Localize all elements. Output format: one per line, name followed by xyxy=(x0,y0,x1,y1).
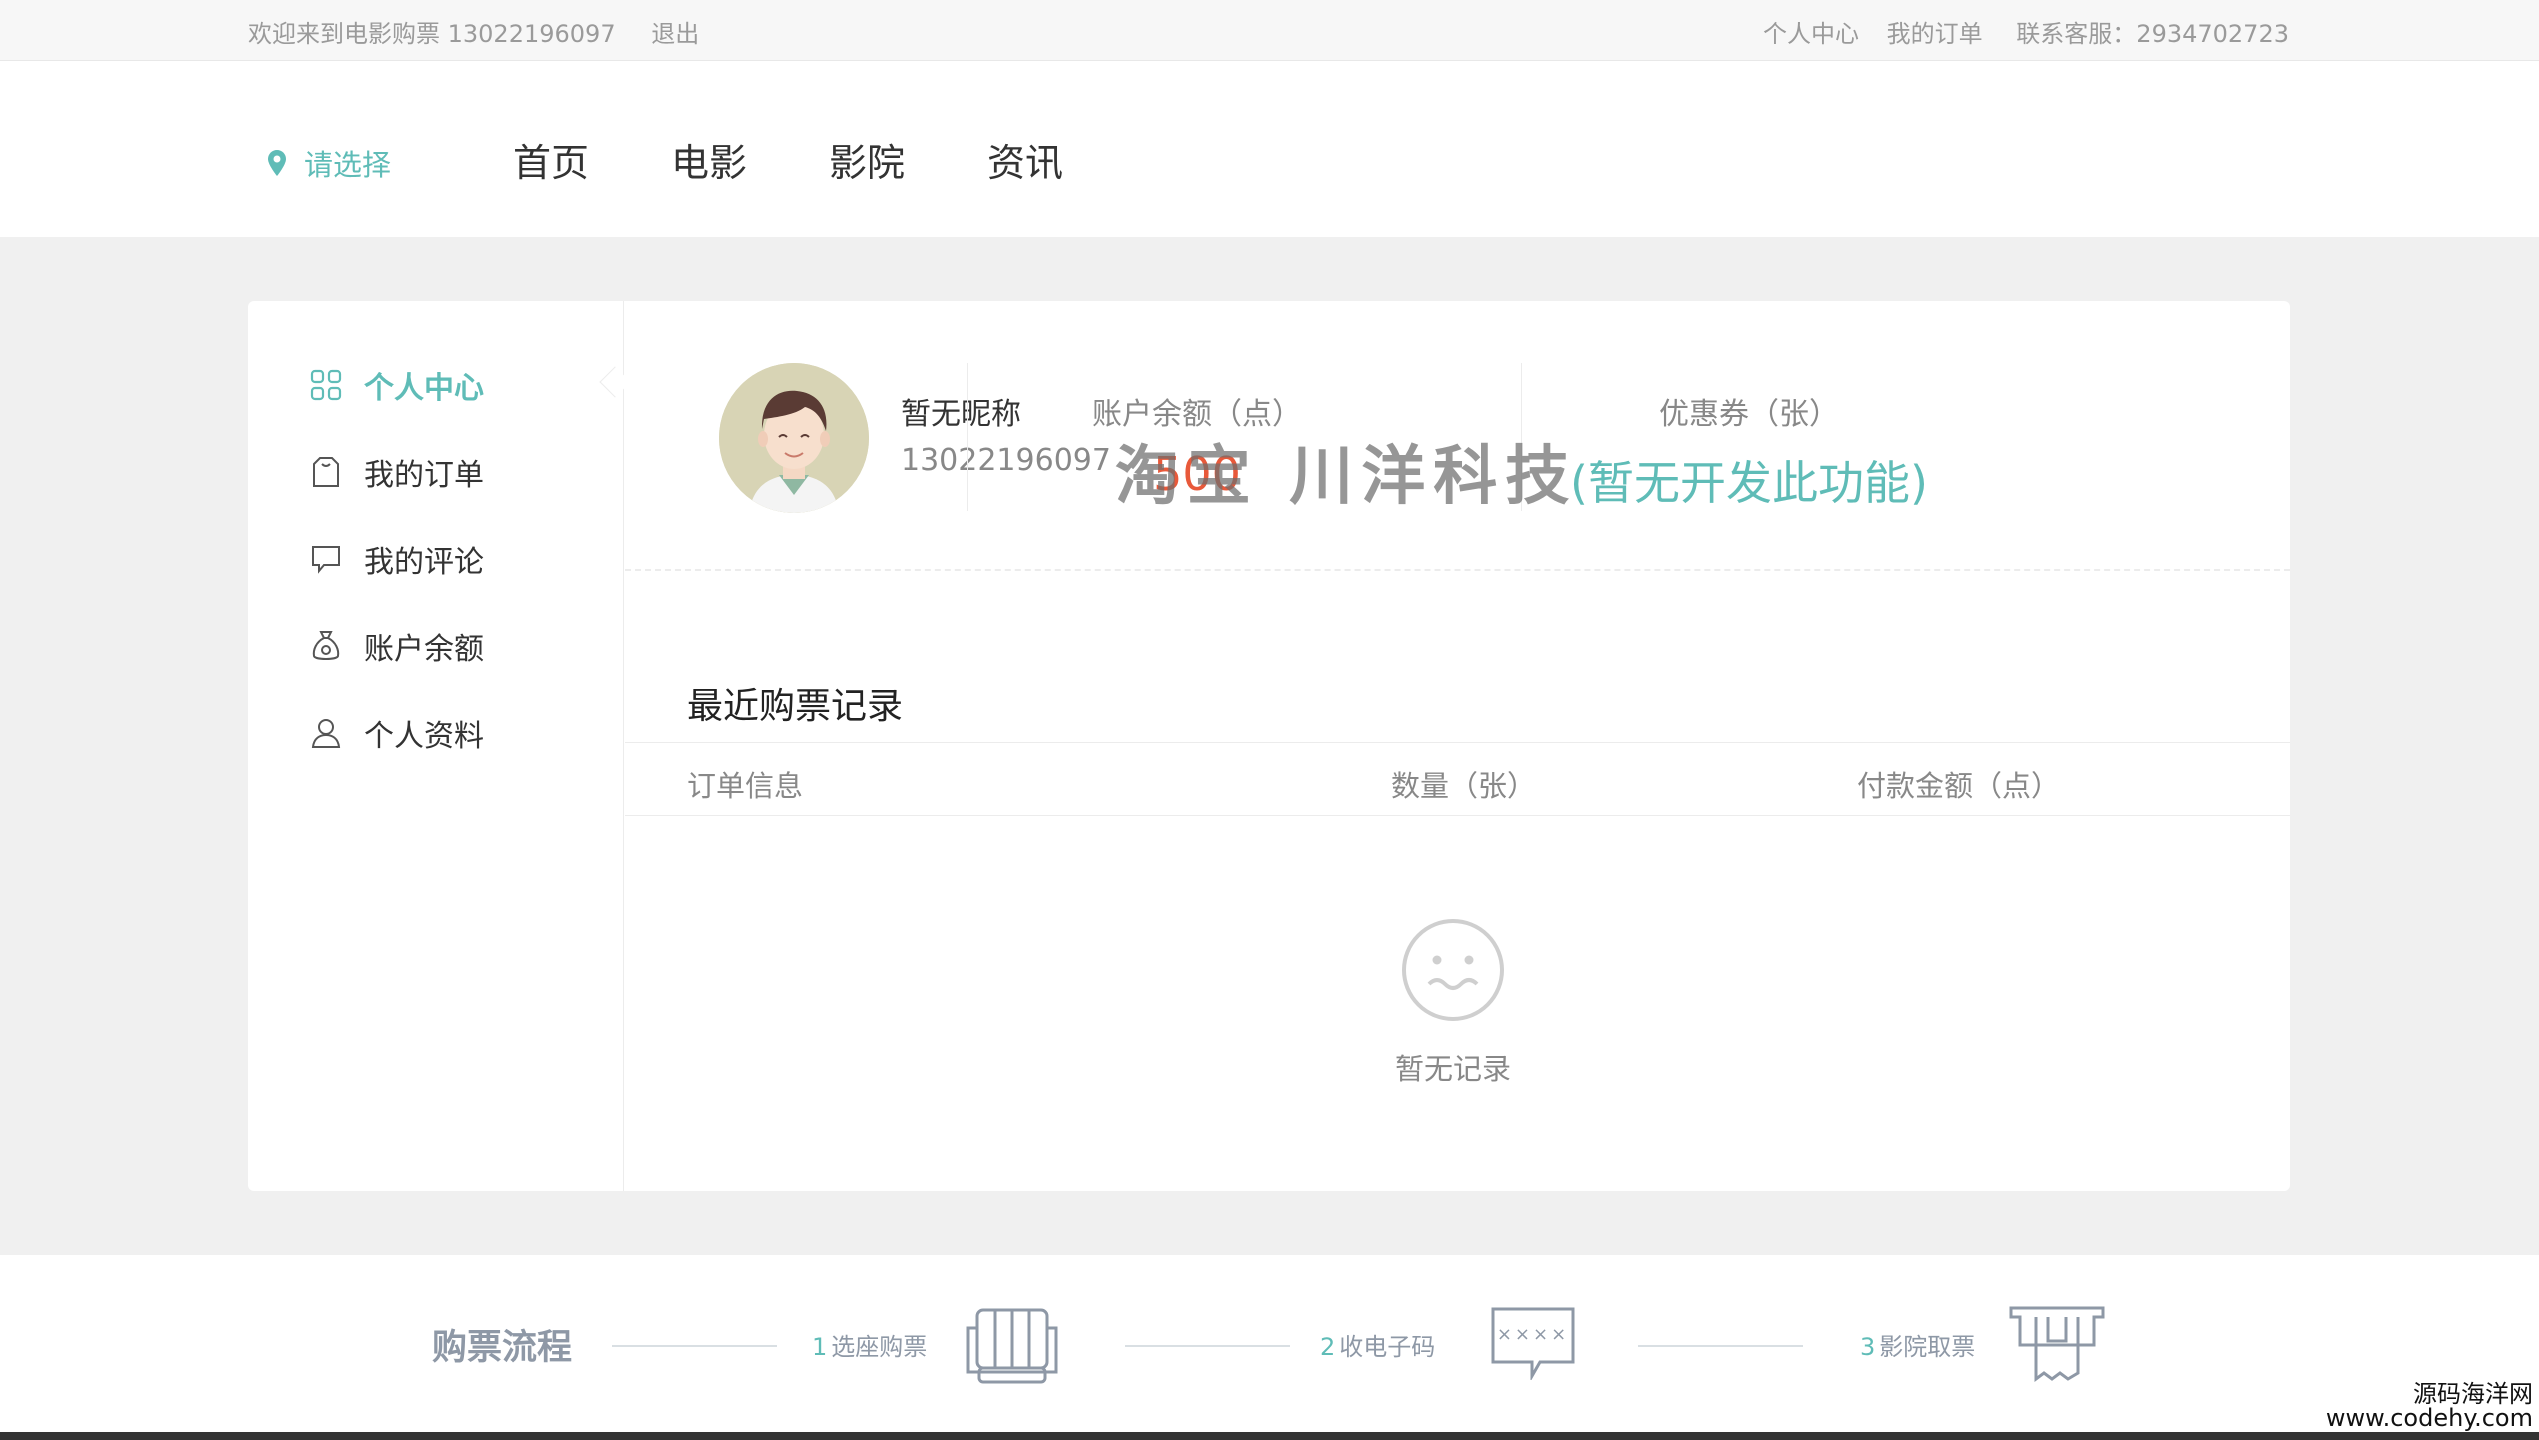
money-bag-icon xyxy=(312,631,340,660)
top-left: 欢迎来到电影购票 13022196097 退出 xyxy=(248,14,699,49)
customer-service-text: 联系客服：2934702723 xyxy=(2016,20,2289,48)
logout-link[interactable]: 退出 xyxy=(651,14,699,49)
my-orders-link[interactable]: 我的订单 xyxy=(1887,14,1983,49)
sidebar-item-my-orders[interactable]: 我的订单 xyxy=(310,450,484,494)
location-pin-icon xyxy=(268,150,286,176)
nav-news[interactable]: 资讯 xyxy=(987,132,1063,187)
step-label: 影院取票 xyxy=(1879,1333,1976,1361)
step-number: 2 xyxy=(1320,1333,1336,1361)
watermark: 淘宝 川洋科技 xyxy=(1115,440,1578,514)
sidebar: 个人中心 我的订单 我的评论 账户余额 个人资料 xyxy=(248,301,631,1191)
sidebar-item-label: 我的订单 xyxy=(364,458,484,493)
top-right: 个人中心 我的订单 联系客服：2934702723 xyxy=(1743,14,2289,49)
ticket-machine-icon xyxy=(2009,1306,2105,1382)
brand-url: www.codehy.com xyxy=(2325,1404,2533,1432)
sidebar-item-my-comments[interactable]: 我的评论 xyxy=(310,537,484,581)
sidebar-item-label: 我的评论 xyxy=(364,545,484,580)
seat-icon xyxy=(966,1308,1058,1384)
message-code-icon: ×××× xyxy=(1490,1306,1576,1380)
nav-home[interactable]: 首页 xyxy=(513,132,589,187)
user-icon xyxy=(311,719,341,748)
personal-center-link[interactable]: 个人中心 xyxy=(1763,14,1859,49)
nav-cinemas[interactable]: 影院 xyxy=(829,132,905,187)
bag-icon xyxy=(313,457,339,487)
records-table-header: 订单信息 数量（张） 付款金额（点） xyxy=(625,742,2290,816)
sidebar-item-label: 个人资料 xyxy=(364,719,484,754)
step-choose-seat: 1 选座购票 xyxy=(812,1327,927,1362)
main-nav: 首页 电影 影院 资讯 xyxy=(513,132,1145,187)
bottom-bar xyxy=(0,1432,2539,1440)
step-number: 1 xyxy=(812,1333,828,1361)
column-amount: 付款金额（点） xyxy=(1857,769,2061,803)
sidebar-item-personal-center[interactable]: 个人中心 xyxy=(310,363,484,407)
step-number: 3 xyxy=(1860,1333,1876,1361)
nav-movies[interactable]: 电影 xyxy=(671,132,747,187)
sidebar-item-label: 个人中心 xyxy=(364,371,484,406)
step-label: 收电子码 xyxy=(1339,1333,1436,1361)
sidebar-item-profile[interactable]: 个人资料 xyxy=(310,711,484,755)
ticket-process: 购票流程 1 选座购票 2 收电子码 ×××× 3 影院取票 xyxy=(0,1255,2539,1432)
city-selector[interactable]: 请选择 xyxy=(268,142,391,184)
site-brand: 源码海洋网 www.codehy.com xyxy=(2326,1382,2533,1430)
step-label: 选座购票 xyxy=(831,1333,928,1361)
avatar[interactable] xyxy=(719,363,869,513)
brand-name: 源码海洋网 xyxy=(2413,1380,2533,1408)
process-line xyxy=(1125,1345,1290,1347)
sad-face-icon xyxy=(1402,919,1504,1021)
process-line xyxy=(612,1345,777,1347)
process-line xyxy=(1638,1345,1803,1347)
column-quantity: 数量（张） xyxy=(1391,769,1537,803)
sidebar-item-label: 账户余额 xyxy=(364,632,484,667)
empty-records-text: 暂无记录 xyxy=(1394,1052,1511,1086)
top-strip: 欢迎来到电影购票 13022196097 退出 个人中心 我的订单 联系客服：2… xyxy=(0,0,2539,61)
code-placeholder-text: ×××× xyxy=(1496,1324,1570,1345)
comment-icon xyxy=(312,546,340,574)
column-order-info: 订单信息 xyxy=(687,769,804,803)
welcome-text: 欢迎来到电影购票 13022196097 xyxy=(248,20,616,48)
city-label: 请选择 xyxy=(304,148,392,182)
main-header: 请选择 首页 电影 影院 资讯 xyxy=(0,62,2539,237)
sidebar-item-account-balance[interactable]: 账户余额 xyxy=(310,624,484,668)
avatar-image xyxy=(719,363,869,513)
process-title: 购票流程 xyxy=(432,1328,573,1368)
step-receive-code: 2 收电子码 xyxy=(1320,1327,1435,1362)
step-pickup-ticket: 3 影院取票 xyxy=(1860,1327,1975,1362)
recent-records-title: 最近购票记录 xyxy=(687,686,904,727)
grid-icon xyxy=(310,369,342,401)
